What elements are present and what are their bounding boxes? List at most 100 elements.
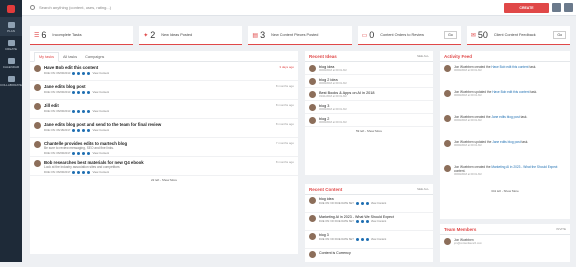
stage-dot [77,90,81,94]
idea-row[interactable]: blog 2 06/09/2018 at 09:01 AM [305,114,433,127]
idea-row[interactable]: blog 2 idea 06/09/2018 at 09:01 AM [305,75,433,88]
content-row[interactable]: Content is Currency [305,249,433,267]
task-title[interactable]: Jane edits blog post and send to the tea… [44,122,276,127]
task-title[interactable]: Jill edit [44,103,276,108]
show-more-link[interactable]: 341 left - Show More [440,187,570,195]
due-date: DUE ON: 06/09/2013 [44,71,71,75]
app-logo[interactable] [0,0,22,18]
sidebar: PLAN CREATE CALENDAR COLLABORATE [0,0,22,262]
stage-dot [77,71,81,75]
activity-link[interactable]: Marketing AI in 2023 - What the Should E… [491,165,557,169]
content-row[interactable]: blog idea DUE ON: NO DUE DATE SET View Con… [305,195,433,213]
team-members-card: Team Members INVITE Jon Wuebben jon@conte… [440,224,570,262]
go-button[interactable]: Go [553,31,567,39]
idea-row[interactable]: Best Books & Apps on AI in 2018 03/21/201… [305,88,433,101]
stat-content-orders[interactable]: ▭ 0 Content Orders to Review Go [357,26,461,45]
content-row[interactable]: blog 3 DUE ON: NO DUE DATE SET View Conten… [305,231,433,249]
task-description: Look at the industry association sites a… [44,165,120,169]
logo-mark [7,4,15,13]
show-more-link[interactable]: 22 left - Show More [30,176,298,184]
view-content-link[interactable]: View Content [92,128,109,132]
content-title[interactable]: Marketing AI in 2023 - What We Should Ex… [319,215,394,219]
stage-dot [87,109,91,113]
tab-campaigns[interactable]: Campaigns [81,55,108,61]
view-content-link[interactable]: View Content [371,202,386,205]
activity-tail: task. [529,65,537,69]
idea-row[interactable]: blog 3 06/09/2018 at 09:01 AM [305,101,433,114]
stage-dot [72,170,76,174]
stats-row: ☰ 6 Incomplete Tasks ✦ 2 New Ideas Posted ▤ 3… [30,26,571,45]
sidebar-item-create[interactable]: CREATE [0,36,22,54]
activity-link[interactable]: Jane edits blog post [491,115,519,119]
task-meta: DUE ON: 06/18/2017 View Content [44,128,276,132]
task-row[interactable]: Bob researches best materials for new Q4… [30,157,298,176]
view-content-link[interactable]: View Content [371,238,386,241]
task-row[interactable]: Jane edits blog post DUE ON: 06/09/2013 Vi… [30,81,298,100]
stat-new-ideas[interactable]: ✦ 2 New Ideas Posted [139,26,243,45]
task-row[interactable]: Jane edits blog post and send to the tea… [30,119,298,138]
content-body: blog 3 DUE ON: NO DUE DATE SET View Conten… [319,233,386,246]
content-title[interactable]: blog idea [319,197,386,201]
list-icon: ☰ [34,32,40,39]
sidebar-item-collaborate[interactable]: COLLABORATE [0,72,22,90]
tab-all-tasks[interactable]: All tasks [59,55,81,61]
activity-list: Jon Wuebben created the Have Bob edit th… [440,62,570,187]
view-content-link[interactable]: View Content [92,109,109,113]
view-content-link[interactable]: View Content [371,220,386,223]
stat-incomplete-tasks[interactable]: ☰ 6 Incomplete Tasks [30,26,134,45]
activity-body: Jon Wuebben updated the Have Bob edit th… [454,90,537,109]
see-all-link[interactable]: SEE ALL [417,54,429,58]
task-title[interactable]: Jane edits blog post [44,84,276,89]
sidebar-item-plan[interactable]: PLAN [0,18,22,36]
go-button[interactable]: Go [444,31,457,39]
stat-new-content[interactable]: ▤ 3 New Content Pieces Posted [248,26,352,45]
idea-title[interactable]: Best Books & Apps on AI in 2018 [319,91,375,95]
content-row[interactable]: Marketing AI in 2023 - What We Should Ex… [305,213,433,231]
plan-icon [7,22,15,28]
stage-dot [77,170,81,174]
content-meta: DUE ON: NO DUE DATE SET View Content [319,238,386,241]
sidebar-item-calendar[interactable]: CALENDAR [0,54,22,72]
idea-list: blog idea 06/09/2018 at 09:01 AM blog 2 id… [305,62,433,127]
comment-icon: ✉ [470,32,476,39]
view-content-link[interactable]: View Content [92,90,109,94]
content-title[interactable]: Content is Currency [319,251,351,255]
search-input[interactable]: Search anything (content, uses, rating..… [39,5,111,10]
see-all-link[interactable]: SEE ALL [417,187,429,191]
create-button[interactable]: CREATE [504,2,549,13]
create-icon [7,40,15,46]
task-age: 7 months ago [275,141,294,145]
activity-link[interactable]: Jane edits blog post [492,140,520,144]
stage-dot [365,202,369,205]
avatar [309,116,316,124]
avatar [444,115,451,122]
content-title[interactable]: blog 3 [319,233,386,237]
content-body: Content is Currency [319,251,351,264]
activity-link[interactable]: Have Bob edit this content [492,90,529,94]
view-content-link[interactable]: View Content [92,151,109,155]
tab-my-tasks[interactable]: My tasks [34,52,59,62]
task-row[interactable]: Chantelle provides edits to martech blog… [30,138,298,157]
document-icon: ▤ [252,32,259,39]
search-bar[interactable]: Search anything (content, uses, rating..… [30,5,504,10]
stat-client-feedback[interactable]: ✉ 50 Client Content Feedback Go [466,26,571,45]
avatar [309,77,316,85]
task-row[interactable]: Have Bob edit this content DUE ON: 06/09/… [30,62,298,81]
task-row[interactable]: Jill edit DUE ON: 06/09/2013 View Content 8… [30,100,298,119]
idea-row[interactable]: blog idea 06/09/2018 at 09:01 AM [305,62,433,75]
stage-dot [82,71,86,75]
grid-icon[interactable] [552,3,561,12]
task-title[interactable]: Have Bob edit this content [44,65,279,70]
view-content-link[interactable]: View Content [92,71,109,75]
show-more-link[interactable]: 59 left - Show More [305,127,433,135]
invite-link[interactable]: INVITE [556,227,566,231]
recent-ideas-card: Recent Ideas SEE ALL blog idea 06/09/2018 … [305,51,433,175]
view-content-link[interactable]: View Content [92,170,109,174]
content-meta: DUE ON: NO DUE DATE SET View Content [319,202,386,205]
team-member[interactable]: Jon Wuebben jon@contentlaunch.com [440,235,570,249]
activity-link[interactable]: Have Bob edit this content [491,65,528,69]
settings-icon[interactable] [564,3,573,12]
card-title: Activity Feed [444,53,473,59]
task-body: Bob researches best materials for new Q4… [44,160,276,174]
task-age: 8 months ago [275,122,294,126]
